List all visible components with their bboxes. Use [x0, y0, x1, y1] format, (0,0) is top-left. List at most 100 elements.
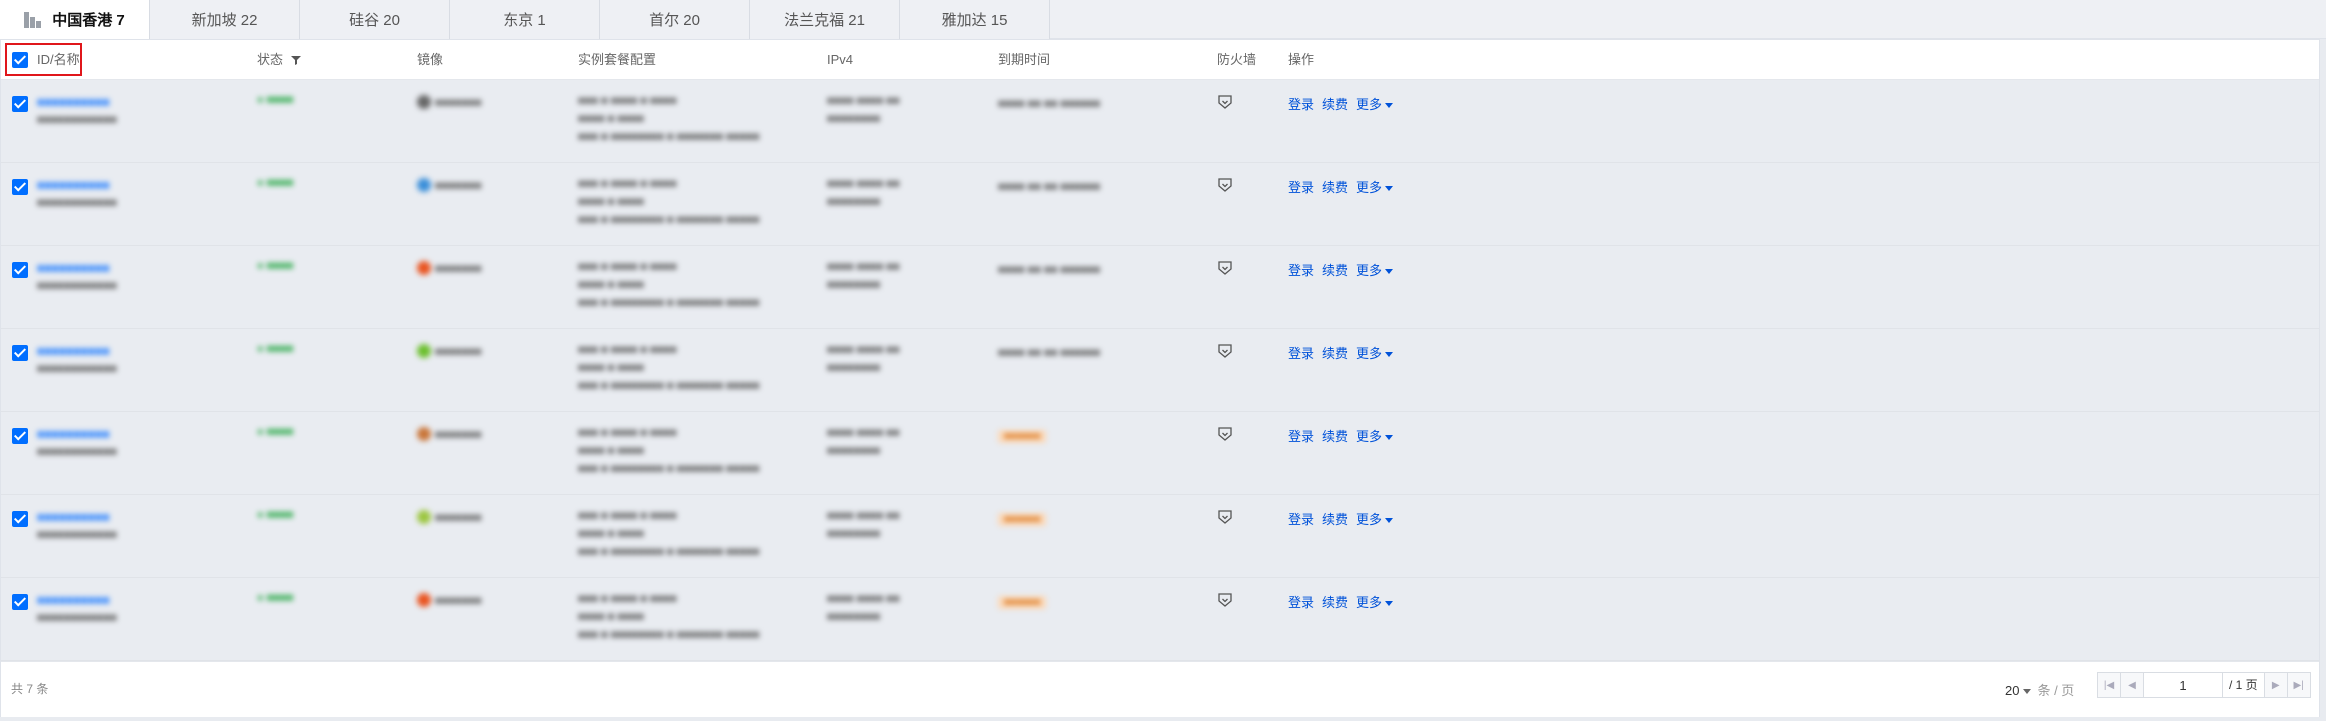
row-checkbox[interactable]	[12, 262, 28, 278]
login-link[interactable]: 登录	[1288, 260, 1314, 279]
more-menu[interactable]: 更多	[1356, 177, 1394, 196]
tab-singapore[interactable]: 新加坡 22	[150, 0, 300, 39]
page-number-input[interactable]	[2143, 672, 2223, 698]
more-menu[interactable]: 更多	[1356, 509, 1394, 528]
plan-cell: ■■■ ■ ■■■■ ■ ■■■■ ■■■■ ■ ■■■■ ■■■ ■ ■■■■■■…	[578, 427, 760, 475]
shield-icon[interactable]	[1218, 344, 1232, 358]
expiry-cell: ■■■■■■	[998, 426, 1047, 444]
table-body: ■■■■■■■■■■ ■■■■■■■■■■■■ ● ■■■■ ■■■■■■■ ■■■ ■…	[1, 80, 2319, 661]
filter-icon[interactable]	[290, 55, 301, 65]
chevron-down-icon	[2023, 689, 2032, 695]
plan-cell: ■■■ ■ ■■■■ ■ ■■■■ ■■■■ ■ ■■■■ ■■■ ■ ■■■■■■…	[578, 510, 760, 558]
tab-label: 新加坡 22	[191, 12, 258, 29]
chevron-down-icon	[1385, 186, 1394, 192]
chevron-down-icon	[1385, 601, 1394, 607]
chevron-down-icon	[1385, 103, 1394, 109]
header-status[interactable]: 状态	[257, 40, 301, 80]
select-all-checkbox[interactable]	[12, 52, 28, 68]
plan-cell: ■■■ ■ ■■■■ ■ ■■■■ ■■■■ ■ ■■■■ ■■■ ■ ■■■■■■…	[578, 261, 760, 309]
status-badge: ● ■■■■	[257, 94, 294, 106]
more-label: 更多	[1356, 512, 1383, 527]
more-label: 更多	[1356, 263, 1383, 278]
instance-id-name[interactable]: ■■■■■■■■■■ ■■■■■■■■■■■■	[37, 259, 117, 295]
row-checkbox[interactable]	[12, 345, 28, 361]
more-menu[interactable]: 更多	[1356, 426, 1394, 445]
expiry-cell: ■■■■ ■■ ■■ ■■■■■■	[998, 98, 1101, 110]
row-actions: 登录 续费 更多	[1288, 592, 1394, 611]
shield-icon[interactable]	[1218, 95, 1232, 109]
first-page-icon[interactable]: |◀	[2097, 672, 2121, 698]
instance-id-name[interactable]: ■■■■■■■■■■ ■■■■■■■■■■■■	[37, 591, 117, 627]
table-row: ■■■■■■■■■■ ■■■■■■■■■■■■ ● ■■■■ ■■■■■■■ ■■■ ■…	[1, 495, 2319, 578]
table-footer: 共 7 条 20 条 / 页 |◀ ◀ / 1 页 ▶ ▶|	[1, 661, 2319, 717]
tab-label: 首尔 20	[649, 12, 700, 29]
expiry-cell: ■■■■ ■■ ■■ ■■■■■■	[998, 347, 1101, 359]
instance-id-name[interactable]: ■■■■■■■■■■ ■■■■■■■■■■■■	[37, 508, 117, 544]
chevron-down-icon	[1385, 518, 1394, 524]
login-link[interactable]: 登录	[1288, 94, 1314, 113]
prev-page-icon[interactable]: ◀	[2120, 672, 2144, 698]
tab-label: 雅加达 15	[941, 12, 1008, 29]
row-checkbox[interactable]	[12, 96, 28, 112]
tab-tokyo[interactable]: 东京 1	[450, 0, 600, 39]
row-checkbox[interactable]	[12, 179, 28, 195]
login-link[interactable]: 登录	[1288, 177, 1314, 196]
renew-link[interactable]: 续费	[1322, 343, 1348, 362]
renew-link[interactable]: 续费	[1322, 260, 1348, 279]
instance-id-name[interactable]: ■■■■■■■■■■ ■■■■■■■■■■■■	[37, 342, 117, 378]
renew-link[interactable]: 续费	[1322, 509, 1348, 528]
tab-label: 中国香港 7	[52, 12, 125, 29]
ipv4-cell: ■■■■ ■■■■ ■■ ■■■■■■■■	[827, 344, 900, 374]
instance-id-name[interactable]: ■■■■■■■■■■ ■■■■■■■■■■■■	[37, 176, 117, 212]
instance-id-name[interactable]: ■■■■■■■■■■ ■■■■■■■■■■■■	[37, 425, 117, 461]
shield-icon[interactable]	[1218, 510, 1232, 524]
more-menu[interactable]: 更多	[1356, 592, 1394, 611]
more-menu[interactable]: 更多	[1356, 260, 1394, 279]
image-cell: ■■■■■■■	[417, 425, 482, 443]
status-badge: ● ■■■■	[257, 260, 294, 272]
tab-jakarta[interactable]: 雅加达 15	[900, 0, 1050, 39]
tab-label: 硅谷 20	[349, 12, 400, 29]
row-actions: 登录 续费 更多	[1288, 343, 1394, 362]
shield-icon[interactable]	[1218, 261, 1232, 275]
image-cell: ■■■■■■■	[417, 508, 482, 526]
renew-link[interactable]: 续费	[1322, 592, 1348, 611]
tab-seoul[interactable]: 首尔 20	[600, 0, 750, 39]
image-cell: ■■■■■■■	[417, 176, 482, 194]
instance-table-panel: ID/名称 状态 镜像 实例套餐配置 IPv4 到期时间 防火墙 操作 ■■■■…	[0, 39, 2320, 717]
more-label: 更多	[1356, 97, 1383, 112]
expiry-cell: ■■■■■■	[998, 592, 1047, 610]
login-link[interactable]: 登录	[1288, 343, 1314, 362]
tab-hongkong[interactable]: 中国香港 7	[0, 0, 150, 40]
ipv4-cell: ■■■■ ■■■■ ■■ ■■■■■■■■	[827, 510, 900, 540]
tab-frankfurt[interactable]: 法兰克福 21	[750, 0, 900, 39]
tab-label: 东京 1	[503, 12, 546, 29]
shield-icon[interactable]	[1218, 178, 1232, 192]
region-tab-bar: 中国香港 7 新加坡 22 硅谷 20 东京 1 首尔 20 法兰克福 21 雅…	[0, 0, 2326, 40]
renew-link[interactable]: 续费	[1322, 426, 1348, 445]
table-row: ■■■■■■■■■■ ■■■■■■■■■■■■ ● ■■■■ ■■■■■■■ ■■■ ■…	[1, 412, 2319, 495]
row-checkbox[interactable]	[12, 428, 28, 444]
row-checkbox[interactable]	[12, 594, 28, 610]
tab-silicon-valley[interactable]: 硅谷 20	[300, 0, 450, 39]
shield-icon[interactable]	[1218, 427, 1232, 441]
more-label: 更多	[1356, 180, 1383, 195]
page-size-select[interactable]: 20 条 / 页	[2005, 680, 2074, 699]
instance-id-name[interactable]: ■■■■■■■■■■ ■■■■■■■■■■■■	[37, 93, 117, 129]
more-menu[interactable]: 更多	[1356, 94, 1394, 113]
login-link[interactable]: 登录	[1288, 509, 1314, 528]
next-page-icon[interactable]: ▶	[2263, 672, 2288, 698]
login-link[interactable]: 登录	[1288, 426, 1314, 445]
row-actions: 登录 续费 更多	[1288, 94, 1394, 113]
table-row: ■■■■■■■■■■ ■■■■■■■■■■■■ ● ■■■■ ■■■■■■■ ■■■ ■…	[1, 578, 2319, 661]
more-label: 更多	[1356, 595, 1383, 610]
shield-icon[interactable]	[1218, 593, 1232, 607]
ipv4-cell: ■■■■ ■■■■ ■■ ■■■■■■■■	[827, 593, 900, 623]
renew-link[interactable]: 续费	[1322, 94, 1348, 113]
last-page-icon[interactable]: ▶|	[2286, 672, 2311, 698]
login-link[interactable]: 登录	[1288, 592, 1314, 611]
header-ipv4: IPv4	[827, 52, 854, 67]
row-checkbox[interactable]	[12, 511, 28, 527]
renew-link[interactable]: 续费	[1322, 177, 1348, 196]
more-menu[interactable]: 更多	[1356, 343, 1394, 362]
